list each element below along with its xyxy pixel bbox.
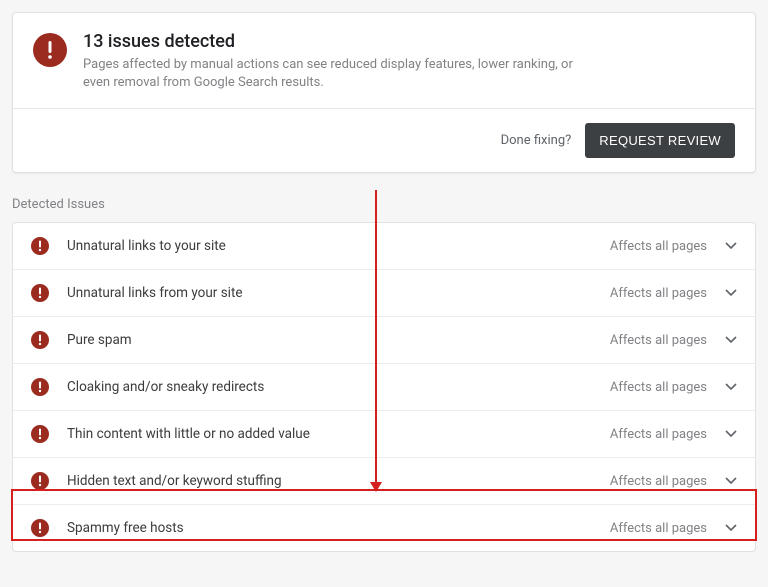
- affects-label: Affects all pages: [610, 380, 707, 395]
- issue-title: Cloaking and/or sneaky redirects: [67, 379, 610, 395]
- summary-card: 13 issues detected Pages affected by man…: [12, 12, 756, 173]
- chevron-down-icon: [725, 522, 737, 534]
- affects-label: Affects all pages: [610, 333, 707, 348]
- affects-label: Affects all pages: [610, 286, 707, 301]
- detected-issues-label: Detected Issues: [12, 197, 756, 212]
- alert-icon: [31, 425, 49, 443]
- summary-description: Pages affected by manual actions can see…: [83, 56, 603, 92]
- issue-row[interactable]: Unnatural links from your siteAffects al…: [13, 270, 755, 317]
- alert-icon: [31, 519, 49, 537]
- chevron-down-icon: [725, 287, 737, 299]
- issue-row[interactable]: Unnatural links to your siteAffects all …: [13, 223, 755, 270]
- alert-icon: [31, 378, 49, 396]
- issue-row[interactable]: Hidden text and/or keyword stuffingAffec…: [13, 458, 755, 505]
- alert-icon: [31, 284, 49, 302]
- issue-title: Hidden text and/or keyword stuffing: [67, 473, 610, 489]
- affects-label: Affects all pages: [610, 474, 707, 489]
- issues-list: Unnatural links to your siteAffects all …: [12, 222, 756, 552]
- summary-actions: Done fixing? REQUEST REVIEW: [13, 109, 755, 172]
- issue-row[interactable]: Thin content with little or no added val…: [13, 411, 755, 458]
- alert-icon: [33, 33, 67, 67]
- issue-title: Unnatural links from your site: [67, 285, 610, 301]
- issue-row[interactable]: Cloaking and/or sneaky redirectsAffects …: [13, 364, 755, 411]
- issue-row[interactable]: Pure spamAffects all pages: [13, 317, 755, 364]
- chevron-down-icon: [725, 475, 737, 487]
- alert-icon: [31, 472, 49, 490]
- issue-row[interactable]: Spammy free hostsAffects all pages: [13, 505, 755, 551]
- affects-label: Affects all pages: [610, 427, 707, 442]
- affects-label: Affects all pages: [610, 521, 707, 536]
- alert-icon: [31, 331, 49, 349]
- issue-title: Pure spam: [67, 332, 610, 348]
- alert-icon: [31, 237, 49, 255]
- chevron-down-icon: [725, 428, 737, 440]
- done-fixing-label: Done fixing?: [501, 133, 572, 148]
- chevron-down-icon: [725, 240, 737, 252]
- affects-label: Affects all pages: [610, 239, 707, 254]
- chevron-down-icon: [725, 381, 737, 393]
- summary-header: 13 issues detected Pages affected by man…: [13, 13, 755, 109]
- summary-text: 13 issues detected Pages affected by man…: [83, 31, 735, 92]
- issue-title: Unnatural links to your site: [67, 238, 610, 254]
- request-review-button[interactable]: REQUEST REVIEW: [585, 123, 735, 158]
- issue-title: Spammy free hosts: [67, 520, 610, 536]
- summary-title: 13 issues detected: [83, 31, 735, 52]
- issue-title: Thin content with little or no added val…: [67, 426, 610, 442]
- chevron-down-icon: [725, 334, 737, 346]
